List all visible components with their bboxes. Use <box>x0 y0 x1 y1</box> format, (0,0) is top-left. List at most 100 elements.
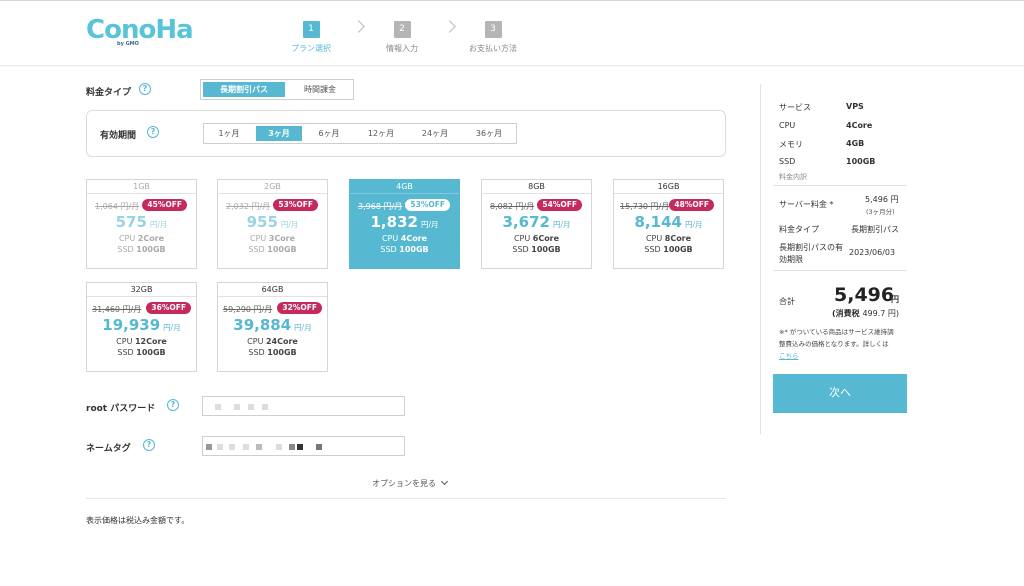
discount-badge: 45%OFF <box>142 199 187 211</box>
help-icon[interactable]: ? <box>143 439 155 451</box>
cpu-label: CPU <box>645 234 663 243</box>
next-button[interactable]: 次へ <box>773 374 907 413</box>
plan-name: 64GB <box>218 283 327 297</box>
plan-old-price: 15,730 円/月 <box>620 202 670 211</box>
ssd-label: SSD <box>248 348 265 357</box>
total-label: 合計 <box>779 297 795 306</box>
help-icon[interactable]: ? <box>139 83 151 95</box>
root-password-input[interactable] <box>202 396 405 416</box>
server-fee-value: 5,496 円 <box>865 195 899 204</box>
app-window: ConoHa by GMO 1 プラン選択 2 情報入力 3 お支払い方法 料金… <box>0 0 1024 586</box>
plan-ssd: 100GB <box>136 348 166 357</box>
plan-name: 16GB <box>614 180 723 194</box>
expiry-label-line2: 効期限 <box>779 255 803 264</box>
price-unit: 円/月 <box>552 220 571 229</box>
plan-cpu: 3Core <box>268 234 296 243</box>
discount-badge: 32%OFF <box>277 302 322 314</box>
period-option-12m[interactable]: 12ヶ月 <box>354 124 408 143</box>
price-unit: 円/月 <box>163 323 181 332</box>
plan-card-64gb[interactable]: 64GB 59,290 円/月 32%OFF 39,884 円/月 CPU 24Co… <box>217 282 328 372</box>
fee-type-long-term-pass[interactable]: 長期割引パス <box>203 82 285 97</box>
price-unit: 円/月 <box>149 220 168 229</box>
period-selector: 1ヶ月 3ヶ月 6ヶ月 12ヶ月 24ヶ月 36ヶ月 <box>203 123 517 144</box>
expiry-value: 2023/06/03 <box>849 248 896 257</box>
plan-name: 8GB <box>482 180 591 194</box>
period-option-3m[interactable]: 3ヶ月 <box>256 126 302 141</box>
step-payment: 3 お支払い方法 <box>453 16 533 54</box>
period-option-1m[interactable]: 1ヶ月 <box>204 124 254 143</box>
summary-divider <box>773 270 907 271</box>
period-label: 有効期間 <box>100 131 137 141</box>
server-fee-label: サーバー料金 * <box>779 200 834 209</box>
step-label: お支払い方法 <box>469 44 517 53</box>
cpu-label: CPU <box>513 234 531 243</box>
show-options-link[interactable]: オプションを見る <box>372 477 448 489</box>
plan-ssd: 100GB <box>136 245 166 254</box>
summary-cpu-value: 4Core <box>846 121 873 130</box>
price-unit: 円/月 <box>280 220 299 229</box>
cpu-label: CPU <box>247 337 264 346</box>
summary-memory-key: メモリ <box>779 140 803 149</box>
period-option-6m[interactable]: 6ヶ月 <box>304 124 354 143</box>
masked-char <box>215 404 221 410</box>
conoha-logo[interactable]: ConoHa <box>86 15 194 45</box>
plan-card-4gb[interactable]: 4GB 3,968 円/月 53%OFF 1,832 円/月 CPU 4Core S… <box>349 179 460 269</box>
total-value: 5,496 <box>834 284 895 306</box>
masked-char <box>262 404 268 410</box>
plan-name: 2GB <box>218 180 327 194</box>
plan-card-2gb[interactable]: 2GB 2,032 円/月 53%OFF 955 円/月 CPU 3Core SSD… <box>217 179 328 269</box>
discount-badge: 48%OFF <box>669 199 714 211</box>
plan-card-16gb[interactable]: 16GB 15,730 円/月 48%OFF 8,144 円/月 CPU 8Core… <box>613 179 724 269</box>
root-password-label: root パスワード <box>86 404 156 414</box>
sidebar-divider <box>760 84 761 434</box>
discount-badge: 53%OFF <box>273 199 318 211</box>
chevron-down-icon <box>440 477 448 486</box>
summary-memory-value: 4GB <box>846 139 865 148</box>
help-icon[interactable]: ? <box>167 399 179 411</box>
cpu-label: CPU <box>116 337 133 346</box>
masked-char <box>297 444 303 450</box>
price-unit: 円/月 <box>420 220 439 229</box>
summary-service-key: サービス <box>779 103 811 112</box>
plan-old-price: 59,290 円/月 <box>223 305 273 314</box>
cpu-label: CPU <box>381 234 399 243</box>
step-plan-select: 1 プラン選択 <box>271 16 351 54</box>
details-link[interactable]: こちら <box>779 350 799 360</box>
period-option-36m[interactable]: 36ヶ月 <box>462 124 516 143</box>
summary-note-line2: 整費込みの価格となります。詳しくは <box>779 340 889 348</box>
tax-footnote: 表示価格は税込み金額です。 <box>86 516 190 525</box>
plan-old-price: 3,968 円/月 <box>358 202 403 211</box>
fee-type-label: 料金タイプ <box>86 88 132 98</box>
plan-card-8gb[interactable]: 8GB 8,082 円/月 54%OFF 3,672 円/月 CPU 6Core S… <box>481 179 592 269</box>
step-number: 1 <box>302 21 320 38</box>
discount-badge: 36%OFF <box>146 302 191 314</box>
masked-char <box>256 444 262 450</box>
period-option-24m[interactable]: 24ヶ月 <box>408 124 462 143</box>
plan-name: 4GB <box>350 180 459 194</box>
plan-cpu: 24Core <box>265 337 298 346</box>
plan-card-1gb[interactable]: 1GB 1,064 円/月 45%OFF 575 円/月 CPU 2Core SSD… <box>86 179 197 269</box>
plan-old-price: 1,064 円/月 <box>95 202 140 211</box>
masked-char <box>206 444 212 450</box>
plan-cpu: 8Core <box>664 234 692 243</box>
plan-cpu: 4Core <box>400 234 428 243</box>
name-tag-input[interactable] <box>202 436 405 456</box>
masked-char <box>276 444 282 450</box>
total-unit: 円 <box>891 295 899 304</box>
server-fee-note: (3ヶ月分) <box>866 208 895 216</box>
masked-char <box>217 444 223 450</box>
fee-type-hourly[interactable]: 時間課金 <box>287 80 353 99</box>
step-number: 2 <box>393 21 411 38</box>
discount-badge: 53%OFF <box>405 199 450 211</box>
top-bar: ConoHa by GMO 1 プラン選択 2 情報入力 3 お支払い方法 <box>0 0 1024 66</box>
step-label: 情報入力 <box>386 44 418 53</box>
tax-label: (消費税 <box>832 309 863 318</box>
plan-card-32gb[interactable]: 32GB 31,460 円/月 36%OFF 19,939 円/月 CPU 12Co… <box>86 282 197 372</box>
name-tag-label: ネームタグ <box>86 444 131 454</box>
step-label: プラン選択 <box>291 44 331 53</box>
fee-type-summary-value: 長期割引パス <box>851 225 899 234</box>
ssd-label: SSD <box>644 245 661 254</box>
plan-ssd: 100GB <box>267 245 297 254</box>
ssd-label: SSD <box>117 245 134 254</box>
help-icon[interactable]: ? <box>147 126 159 138</box>
